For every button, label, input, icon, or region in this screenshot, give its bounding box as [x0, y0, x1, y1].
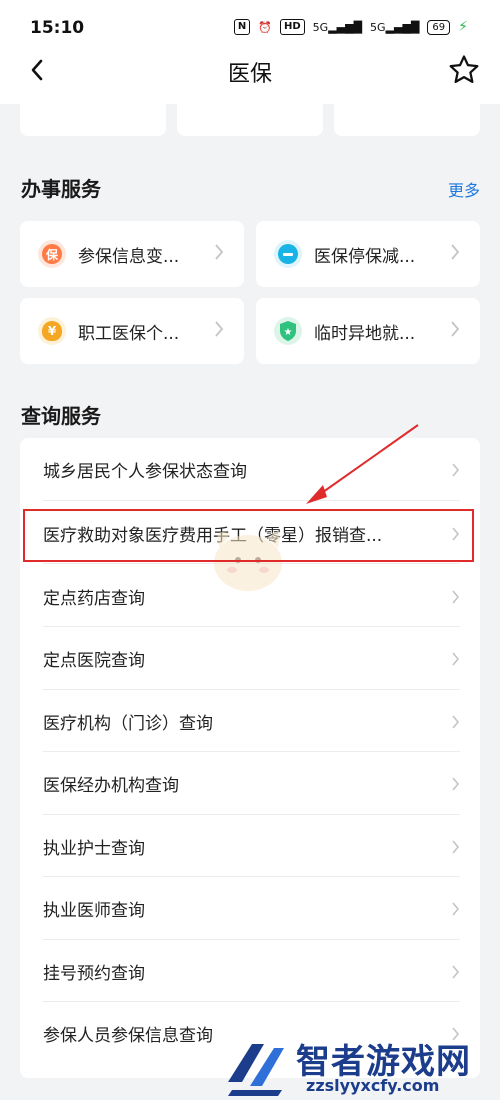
list-item[interactable]: 城乡居民个人参保状态查询: [20, 438, 480, 500]
alarm-icon: ⏰: [258, 20, 272, 34]
site-watermark: 智者游戏网 zzslyyxcfy.com: [222, 1030, 500, 1100]
service-tile[interactable]: ¥ 职工医保个...: [20, 298, 244, 364]
list-item-label: 医保经办机构查询: [43, 775, 179, 796]
chevron-right-icon: [452, 902, 460, 916]
signal-icon-1: 5G▂▄▆█: [312, 20, 363, 34]
watermark-url: zzslyyxcfy.com: [306, 1076, 440, 1095]
divider: [43, 500, 460, 501]
list-item-label: 定点医院查询: [43, 650, 145, 671]
list-item-label: 医疗机构（门诊）查询: [43, 713, 213, 734]
top-card-row: [20, 104, 480, 136]
chevron-right-icon: [452, 840, 460, 854]
list-item-label: 城乡居民个人参保状态查询: [43, 461, 247, 482]
highlight-box: [23, 509, 474, 562]
star-icon: [449, 55, 479, 84]
more-link[interactable]: 更多: [448, 177, 480, 201]
service-tile-label: 临时异地就...: [314, 323, 416, 344]
chevron-right-icon: [451, 244, 460, 260]
list-item-label: 参保人员参保信息查询: [43, 1025, 213, 1046]
hd-icon: HD: [280, 19, 305, 35]
chevron-right-icon: [451, 321, 460, 337]
service-tile[interactable]: 保 参保信息变...: [20, 221, 244, 287]
list-item-label: 执业护士查询: [43, 838, 145, 859]
shield-icon: ★: [274, 317, 302, 345]
service-tile-label: 医保停保减...: [314, 246, 416, 267]
list-item[interactable]: 挂号预约查询: [20, 940, 480, 1002]
chevron-right-icon: [452, 463, 460, 477]
list-item-label: 挂号预约查询: [43, 963, 145, 984]
list-item[interactable]: 定点医院查询: [20, 627, 480, 689]
chevron-right-icon: [452, 590, 460, 604]
top-card[interactable]: [334, 104, 480, 136]
page-title: 医保: [227, 62, 272, 87]
svg-text:★: ★: [284, 327, 293, 338]
nav-header: 医保: [0, 42, 500, 104]
chevron-right-icon: [452, 777, 460, 791]
service-tile[interactable]: ★ 临时异地就...: [256, 298, 480, 364]
list-item[interactable]: 医保经办机构查询: [20, 752, 480, 814]
list-item-label: 执业医师查询: [43, 900, 145, 921]
chevron-right-icon: [452, 652, 460, 666]
list-item[interactable]: 医疗机构（门诊）查询: [20, 690, 480, 752]
chevron-right-icon: [452, 965, 460, 979]
query-section-title: 查询服务: [21, 404, 101, 428]
chevron-right-icon: [452, 715, 460, 729]
list-item[interactable]: 执业护士查询: [20, 815, 480, 877]
status-icons: N ⏰ HD 5G▂▄▆█ 5G▂▄▆█ 69 ⚡: [233, 19, 468, 35]
service-tile[interactable]: 医保停保减...: [256, 221, 480, 287]
minus-circle-icon: [274, 240, 302, 268]
insurance-badge-icon: 保: [38, 240, 66, 268]
top-card[interactable]: [177, 104, 323, 136]
list-item-label: 定点药店查询: [43, 588, 145, 609]
services-section-title: 办事服务: [21, 177, 101, 201]
money-bag-icon: ¥: [38, 317, 66, 345]
signal-icon-2: 5G▂▄▆█: [370, 20, 420, 34]
nfc-icon: N: [233, 19, 251, 35]
favorite-button[interactable]: [444, 50, 484, 90]
battery-icon: 69: [427, 19, 451, 35]
top-card[interactable]: [20, 104, 166, 136]
chevron-right-icon: [215, 321, 224, 337]
logo-icon: [228, 1044, 284, 1096]
charging-icon: ⚡: [458, 19, 468, 35]
service-tile-label: 参保信息变...: [78, 246, 180, 267]
status-time: 15:10: [30, 18, 85, 38]
chevron-right-icon: [215, 244, 224, 260]
service-tile-label: 职工医保个...: [78, 323, 180, 344]
list-item[interactable]: 执业医师查询: [20, 877, 480, 939]
